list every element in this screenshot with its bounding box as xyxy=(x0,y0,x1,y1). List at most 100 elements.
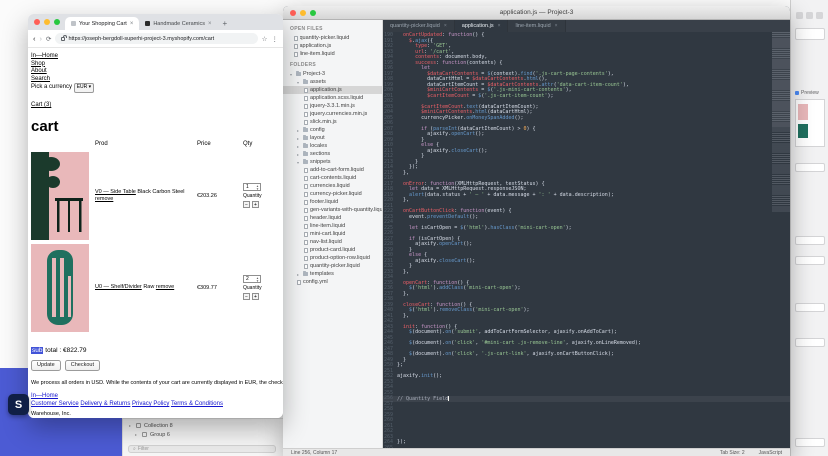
sidebar-folder[interactable]: ▸config xyxy=(283,126,382,134)
zoom-button[interactable] xyxy=(54,19,60,25)
nav-link[interactable]: In—Home xyxy=(31,53,283,61)
product-link[interactable]: U0 — Shelf/Divider xyxy=(95,284,142,290)
sidebar-file[interactable]: jquery-3.3.1.min.js xyxy=(283,102,382,110)
inspector-field[interactable] xyxy=(795,438,825,447)
update-button[interactable]: Update xyxy=(31,360,61,371)
back-button[interactable]: ‹ xyxy=(33,35,36,43)
footer-link[interactable]: Terms & Conditions xyxy=(171,401,223,407)
sidebar-file[interactable]: jquery.currencies.min.js xyxy=(283,110,382,118)
remove-link[interactable]: remove xyxy=(156,284,174,290)
inspector-field[interactable] xyxy=(795,236,825,245)
sidebar-folder[interactable]: ▾snippets xyxy=(283,158,382,166)
superhi-badge[interactable]: S xyxy=(8,394,29,415)
address-bar[interactable]: https://joseph-bergdoll-superhi-project-… xyxy=(55,33,257,44)
footer-home-link[interactable]: In—Home xyxy=(31,393,58,399)
currency-select[interactable]: EUR ▾ xyxy=(74,83,94,93)
editor-tab[interactable]: quantity-picker.liquid× xyxy=(383,20,455,32)
forward-button[interactable]: › xyxy=(40,35,43,43)
nav-link[interactable]: Search xyxy=(31,76,283,84)
inspector-field[interactable] xyxy=(795,28,825,40)
overflow-menu-icon[interactable]: ⋮ xyxy=(272,35,279,43)
disclosure-triangle-icon[interactable]: ▸ xyxy=(297,272,301,277)
disclosure-triangle-icon[interactable]: ▸ xyxy=(135,432,139,437)
sidebar-file[interactable]: currencies.liquid xyxy=(283,182,382,190)
sidebar-file[interactable]: quantity-picker.liquid xyxy=(283,262,382,270)
editor-minimap[interactable] xyxy=(772,32,790,212)
inspector-field[interactable] xyxy=(795,303,825,312)
sidebar-file[interactable]: nav-list.liquid xyxy=(283,238,382,246)
layer-item[interactable]: ▸Collection 8 xyxy=(123,421,283,430)
code-area[interactable]: 190 onCartUpdated: function() {191 $.aja… xyxy=(383,32,790,448)
sidebar-file[interactable]: application.js xyxy=(283,86,382,94)
sidebar-file[interactable]: slick.min.js xyxy=(283,118,382,126)
sidebar-folder[interactable]: ▾assets xyxy=(283,78,382,86)
sidebar-file[interactable]: line-item.liquid xyxy=(283,222,382,230)
nav-link[interactable]: Shop xyxy=(31,61,283,69)
sidebar-folder[interactable]: ▸templates xyxy=(283,270,382,278)
stepper-arrows-icon[interactable]: ▲▼ xyxy=(256,185,259,191)
sidebar-file[interactable]: product-option-row.liquid xyxy=(283,254,382,262)
sidebar-file[interactable]: currency-picker.liquid xyxy=(283,190,382,198)
product-link[interactable]: V0 — Side Table xyxy=(95,189,136,195)
code-line[interactable]: 265 xyxy=(383,446,790,449)
bookmark-star-icon[interactable]: ☆ xyxy=(262,35,268,43)
stepper-arrows-icon[interactable]: ▲▼ xyxy=(256,277,259,283)
browser-tab[interactable]: Your Shopping Cart× xyxy=(65,17,139,30)
footer-link[interactable]: Customer Service xyxy=(31,401,79,407)
syntax-indicator[interactable]: JavaScript xyxy=(759,450,782,456)
tab-close-icon[interactable]: × xyxy=(444,23,447,29)
quantity-minus-button[interactable]: − xyxy=(243,293,250,300)
sidebar-file[interactable]: cart-contents.liquid xyxy=(283,174,382,182)
inspector-field[interactable] xyxy=(795,256,825,265)
disclosure-triangle-icon[interactable]: ▸ xyxy=(297,144,301,149)
tab-close-icon[interactable]: × xyxy=(130,21,134,27)
sidebar-folder[interactable]: ▸locales xyxy=(283,142,382,150)
sidebar-file[interactable]: line-item.liquid xyxy=(283,50,382,58)
tab-size-indicator[interactable]: Tab Size: 2 xyxy=(720,450,745,456)
disclosure-triangle-icon[interactable]: ▾ xyxy=(297,80,301,85)
close-button[interactable] xyxy=(34,19,40,25)
nav-link[interactable]: About xyxy=(31,68,283,76)
footer-link[interactable]: Privacy Policy xyxy=(132,401,169,407)
footer-link[interactable]: Delivery & Returns xyxy=(80,401,130,407)
tab-close-icon[interactable]: × xyxy=(555,23,558,29)
reload-button[interactable]: ⟳ xyxy=(46,35,51,43)
sidebar-file[interactable]: footer.liquid xyxy=(283,198,382,206)
sidebar-folder[interactable]: ▸sections xyxy=(283,150,382,158)
editor-tab[interactable]: application.js× xyxy=(455,20,509,32)
sidebar-file[interactable]: application.scss.liquid xyxy=(283,94,382,102)
checkout-button[interactable]: Checkout xyxy=(65,360,100,371)
disclosure-triangle-icon[interactable]: ▾ xyxy=(297,160,301,165)
sidebar-file[interactable]: config.yml xyxy=(283,278,382,286)
disclosure-triangle-icon[interactable]: ▸ xyxy=(297,152,301,157)
cart-link[interactable]: Cart (3) xyxy=(31,102,51,108)
inspector-tool-icon[interactable] xyxy=(796,12,803,19)
inspector-preview-thumbnail[interactable] xyxy=(795,99,825,147)
remove-link[interactable]: remove xyxy=(95,196,113,202)
inspector-tool-icon[interactable] xyxy=(806,12,813,19)
inspector-tool-icon[interactable] xyxy=(816,12,823,19)
quantity-plus-button[interactable]: + xyxy=(252,293,259,300)
layers-filter-input[interactable]: ⌕ Filter xyxy=(128,445,276,453)
quantity-input[interactable]: 2▲▼ xyxy=(243,275,261,283)
disclosure-triangle-icon[interactable]: ▸ xyxy=(297,128,301,133)
layer-item[interactable]: ▸Group 6 xyxy=(123,430,283,439)
sidebar-file[interactable]: add-to-cart-form.liquid xyxy=(283,166,382,174)
minimize-button[interactable] xyxy=(44,19,50,25)
sidebar-folder[interactable]: ▸layout xyxy=(283,134,382,142)
tab-close-icon[interactable]: × xyxy=(498,23,501,29)
sidebar-file[interactable]: mini-cart.liquid xyxy=(283,230,382,238)
sidebar-file[interactable]: quantity-picker.liquid xyxy=(283,34,382,42)
sidebar-file[interactable]: product-card.liquid xyxy=(283,246,382,254)
sidebar-folder[interactable]: ▾Project-3 xyxy=(283,70,382,78)
editor-tab[interactable]: line-item.liquid× xyxy=(508,20,565,32)
disclosure-triangle-icon[interactable]: ▾ xyxy=(290,72,294,77)
disclosure-triangle-icon[interactable]: ▸ xyxy=(129,423,133,428)
inspector-field[interactable] xyxy=(795,163,825,172)
disclosure-triangle-icon[interactable]: ▸ xyxy=(297,136,301,141)
browser-tab[interactable]: Handmade Ceramics× xyxy=(139,17,217,30)
quantity-input[interactable]: 1▲▼ xyxy=(243,183,261,191)
sidebar-file[interactable]: header.liquid xyxy=(283,214,382,222)
sidebar-file[interactable]: application.js xyxy=(283,42,382,50)
tab-close-icon[interactable]: × xyxy=(208,21,212,27)
